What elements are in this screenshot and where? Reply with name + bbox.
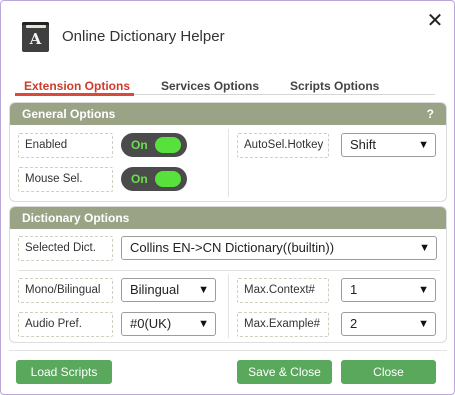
mono-bilingual-value: Bilingual [130, 282, 180, 297]
dictionary-options-header: Dictionary Options [10, 207, 446, 229]
autosel-hotkey-select[interactable]: Shift ▼ [341, 133, 436, 157]
dictionary-options-title: Dictionary Options [22, 211, 130, 225]
selected-dict-label: Selected Dict. [18, 236, 113, 261]
general-options-panel: General Options ? Enabled On Mouse Sel. … [9, 102, 447, 202]
max-context-value: 1 [350, 282, 358, 297]
general-options-title: General Options [22, 107, 116, 121]
book-pages [26, 25, 46, 28]
column-divider [228, 274, 229, 338]
tab-extension-options[interactable]: Extension Options [24, 79, 130, 93]
app-title: Online Dictionary Helper [62, 28, 225, 45]
row-divider [18, 270, 440, 271]
enabled-toggle[interactable]: On [121, 133, 187, 157]
dictionary-options-panel: Dictionary Options Selected Dict. Collin… [9, 206, 447, 343]
max-context-select[interactable]: 1 ▼ [341, 278, 436, 302]
selected-dict-value: Collins EN->CN Dictionary((builtin)) [130, 240, 335, 255]
max-context-label: Max.Context# [237, 278, 329, 303]
max-example-select[interactable]: 2 ▼ [341, 312, 436, 336]
options-dialog: A Online Dictionary Helper ✕ Extension O… [0, 0, 455, 395]
audio-pref-label: Audio Pref. [18, 312, 113, 337]
close-icon[interactable]: ✕ [424, 10, 446, 32]
chevron-down-icon: ▼ [418, 284, 429, 296]
load-scripts-button[interactable]: Load Scripts [16, 360, 112, 384]
close-button[interactable]: Close [341, 360, 436, 384]
enabled-label: Enabled [18, 133, 113, 158]
footer-divider [9, 350, 447, 351]
mono-bilingual-select[interactable]: Bilingual ▼ [121, 278, 216, 302]
selected-dict-select[interactable]: Collins EN->CN Dictionary((builtin)) ▼ [121, 236, 437, 260]
mouse-sel-toggle[interactable]: On [121, 167, 187, 191]
dictionary-book-icon: A [22, 22, 49, 52]
column-divider [228, 129, 229, 197]
tab-scripts-options[interactable]: Scripts Options [290, 79, 379, 93]
book-glyph: A [29, 30, 42, 48]
autosel-hotkey-label: AutoSel.Hotkey [237, 133, 329, 158]
max-example-value: 2 [350, 316, 358, 331]
save-close-button[interactable]: Save & Close [237, 360, 332, 384]
enabled-toggle-state: On [131, 138, 148, 152]
chevron-down-icon: ▼ [419, 242, 430, 254]
mono-bilingual-label: Mono/Bilingual [18, 278, 113, 303]
toggle-knob [155, 137, 181, 153]
tab-services-options[interactable]: Services Options [161, 79, 259, 93]
mouse-sel-toggle-state: On [131, 172, 148, 186]
active-tab-indicator [15, 93, 134, 96]
mouse-sel-label: Mouse Sel. [18, 167, 113, 192]
toggle-knob [155, 171, 181, 187]
general-options-header: General Options ? [10, 103, 446, 125]
help-icon[interactable]: ? [427, 103, 434, 125]
audio-pref-value: #0(UK) [130, 316, 172, 331]
max-example-label: Max.Example# [237, 312, 329, 337]
chevron-down-icon: ▼ [198, 284, 209, 296]
chevron-down-icon: ▼ [418, 139, 429, 151]
chevron-down-icon: ▼ [198, 318, 209, 330]
autosel-hotkey-value: Shift [350, 137, 377, 152]
chevron-down-icon: ▼ [418, 318, 429, 330]
dialog-header: A Online Dictionary Helper ✕ [1, 1, 454, 65]
audio-pref-select[interactable]: #0(UK) ▼ [121, 312, 216, 336]
